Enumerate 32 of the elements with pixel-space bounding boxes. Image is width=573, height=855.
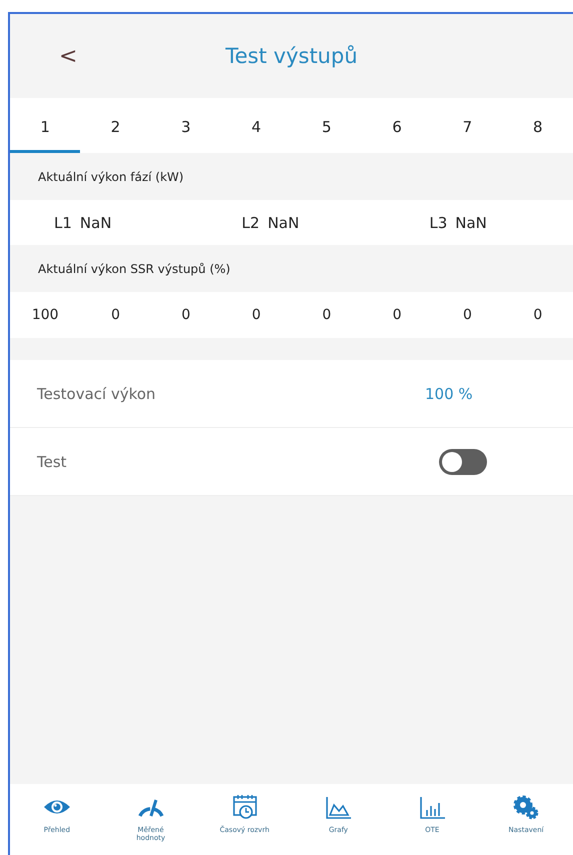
tab[interactable]: 7 (432, 98, 503, 153)
output-value: 0 (462, 307, 473, 323)
tab[interactable]: 6 (362, 98, 432, 153)
page-title: Test výstupů (226, 44, 358, 68)
tab[interactable]: 3 (150, 98, 222, 153)
section-label: Aktuální výkon SSR výstupů (%) (37, 260, 232, 278)
output-value: 0 (180, 307, 192, 323)
section-label: Aktuální výkon fází (kW) (37, 168, 185, 186)
phase-label: L2 (242, 214, 260, 232)
back-button[interactable]: < (55, 44, 82, 68)
setting-value: 100 % (425, 384, 474, 402)
phase-value: NaN (268, 214, 300, 232)
output-value: 100 (30, 307, 60, 323)
toggle-switch[interactable] (439, 448, 487, 474)
output-value: 0 (392, 307, 403, 323)
tab[interactable]: 1 (10, 98, 80, 153)
output-value: 0 (110, 307, 122, 323)
area-chart-icon (323, 794, 354, 820)
tab[interactable]: 8 (502, 98, 573, 153)
output-value: 0 (532, 307, 544, 323)
tab[interactable]: 4 (221, 98, 292, 153)
phase-label: L1 (54, 214, 72, 232)
tab[interactable]: 5 (292, 98, 362, 153)
tab[interactable]: 2 (80, 98, 151, 153)
setting-label: Test (37, 452, 68, 470)
phase-value: NaN (80, 214, 112, 232)
output-value: 0 (321, 307, 332, 323)
setting-label: Testovací výkon (37, 384, 157, 402)
phase-value: NaN (455, 214, 487, 232)
phase-label: L3 (429, 214, 448, 232)
bar-chart-icon (417, 794, 448, 820)
output-value: 0 (250, 307, 262, 323)
